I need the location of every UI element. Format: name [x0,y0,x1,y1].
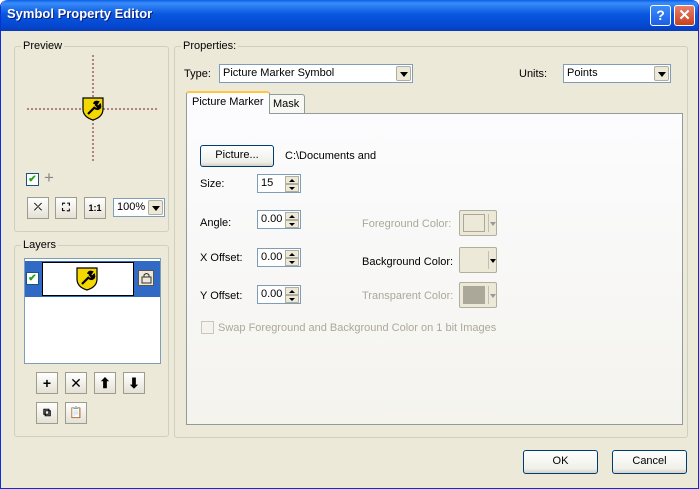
add-layer-button[interactable]: + [36,372,58,394]
window-title: Symbol Property Editor [7,6,153,21]
zoom-value: 100% [117,201,146,213]
chevron-down-icon [490,294,496,298]
swap-colors-checkbox[interactable] [201,321,214,334]
foreground-color-label: Foreground Color: [362,218,452,230]
spin-down-icon[interactable] [285,295,299,303]
units-label: Units: [519,68,548,80]
layer-row[interactable]: ✔ [25,261,160,297]
cancel-button[interactable]: Cancel [612,450,687,474]
layer-visible-checkbox[interactable]: ✔ [26,272,39,285]
size-value: 15 [261,177,274,189]
yoffset-label: Y Offset: [200,290,243,302]
zoom-in-icon: ⤫ [34,202,42,213]
picture-button[interactable]: Picture... [200,145,274,167]
xoffset-spinner[interactable]: 0.00 [257,248,301,267]
wrench-shield-icon [76,267,98,291]
type-value: Picture Marker Symbol [223,67,335,79]
chevron-down-icon[interactable] [148,200,163,215]
paste-button[interactable]: 📋 [65,402,87,424]
wrench-shield-icon [82,97,104,121]
add-layer-icon: + [42,375,52,391]
ok-button[interactable]: OK [523,450,598,474]
copy-icon: ⧉ [43,407,51,419]
xoffset-label: X Offset: [200,252,243,264]
spin-up-icon[interactable] [285,176,299,184]
size-label: Size: [200,178,225,190]
yoffset-spinner[interactable]: 0.00 [257,285,301,304]
zoom-out-button[interactable]: ⛶ [55,197,77,219]
zoom-dropdown[interactable]: 100% [113,198,165,217]
actual-size-icon: 1:1 [88,203,102,213]
move-down-button[interactable]: ⬇ [123,372,145,394]
properties-group-label: Properties: [181,40,239,52]
spin-up-icon[interactable] [285,250,299,258]
actual-size-button[interactable]: 1:1 [84,197,106,219]
crosshair-icon[interactable]: + [44,168,54,188]
transparent-color-swatch [463,286,485,304]
paste-icon: 📋 [69,407,83,419]
background-color-label: Background Color: [362,256,454,268]
yoffset-value: 0.00 [261,288,283,300]
units-dropdown[interactable]: Points [563,64,671,83]
copy-button[interactable]: ⧉ [36,402,58,424]
delete-layer-button[interactable]: ✕ [65,372,87,394]
zoom-out-icon: ⛶ [62,202,70,214]
lock-icon[interactable] [138,270,154,286]
tab-picture-marker[interactable]: Picture Marker [186,91,270,114]
tab-mask[interactable]: Mask [267,94,306,114]
preview-canvas [27,55,157,161]
symbol-property-editor-dialog: Symbol Property Editor ? ✕ Preview ✔ + ⤫… [0,0,699,489]
layer-symbol-thumbnail [42,262,134,296]
background-color-button[interactable] [459,247,497,273]
chevron-down-icon[interactable] [654,66,669,81]
title-bar[interactable]: Symbol Property Editor ? ✕ [1,0,698,31]
swap-colors-label: Swap Foreground and Background Color on … [218,322,497,334]
spin-up-icon[interactable] [285,212,299,220]
angle-value: 0.00 [261,213,283,225]
preview-group: Preview ✔ + ⤫ ⛶ 1:1 100% [14,40,169,232]
help-button[interactable]: ? [650,5,671,26]
preview-checkbox[interactable]: ✔ [26,173,39,186]
preview-group-label: Preview [21,40,65,52]
foreground-color-button[interactable] [459,210,497,236]
chevron-down-icon[interactable] [396,66,411,81]
chevron-down-icon [490,259,496,263]
foreground-color-swatch [463,214,485,232]
close-button[interactable]: ✕ [674,5,695,26]
spin-down-icon[interactable] [285,184,299,192]
spin-down-icon[interactable] [285,258,299,266]
type-label: Type: [184,68,211,80]
move-up-icon: ⬆ [99,375,111,391]
picture-path: C:\Documents and [285,150,377,162]
zoom-in-button[interactable]: ⤫ [27,197,49,219]
angle-spinner[interactable]: 0.00 [257,210,301,229]
layers-group: Layers ✔ + ✕ ⬆ ⬇ ⧉ 📋 [14,239,169,437]
size-spinner[interactable]: 15 [257,174,301,193]
type-dropdown[interactable]: Picture Marker Symbol [219,64,413,83]
transparent-color-button[interactable] [459,282,497,308]
units-value: Points [567,67,598,79]
background-color-swatch [463,251,485,269]
chevron-down-icon [490,222,496,226]
angle-label: Angle: [200,217,232,229]
spin-up-icon[interactable] [285,287,299,295]
transparent-color-label: Transparent Color: [362,290,454,302]
layers-group-label: Layers [21,239,59,251]
spin-down-icon[interactable] [285,220,299,228]
layers-list[interactable]: ✔ [24,258,161,364]
xoffset-value: 0.00 [261,251,283,263]
delete-layer-icon: ✕ [70,375,82,391]
move-down-icon: ⬇ [128,375,140,391]
move-up-button[interactable]: ⬆ [94,372,116,394]
